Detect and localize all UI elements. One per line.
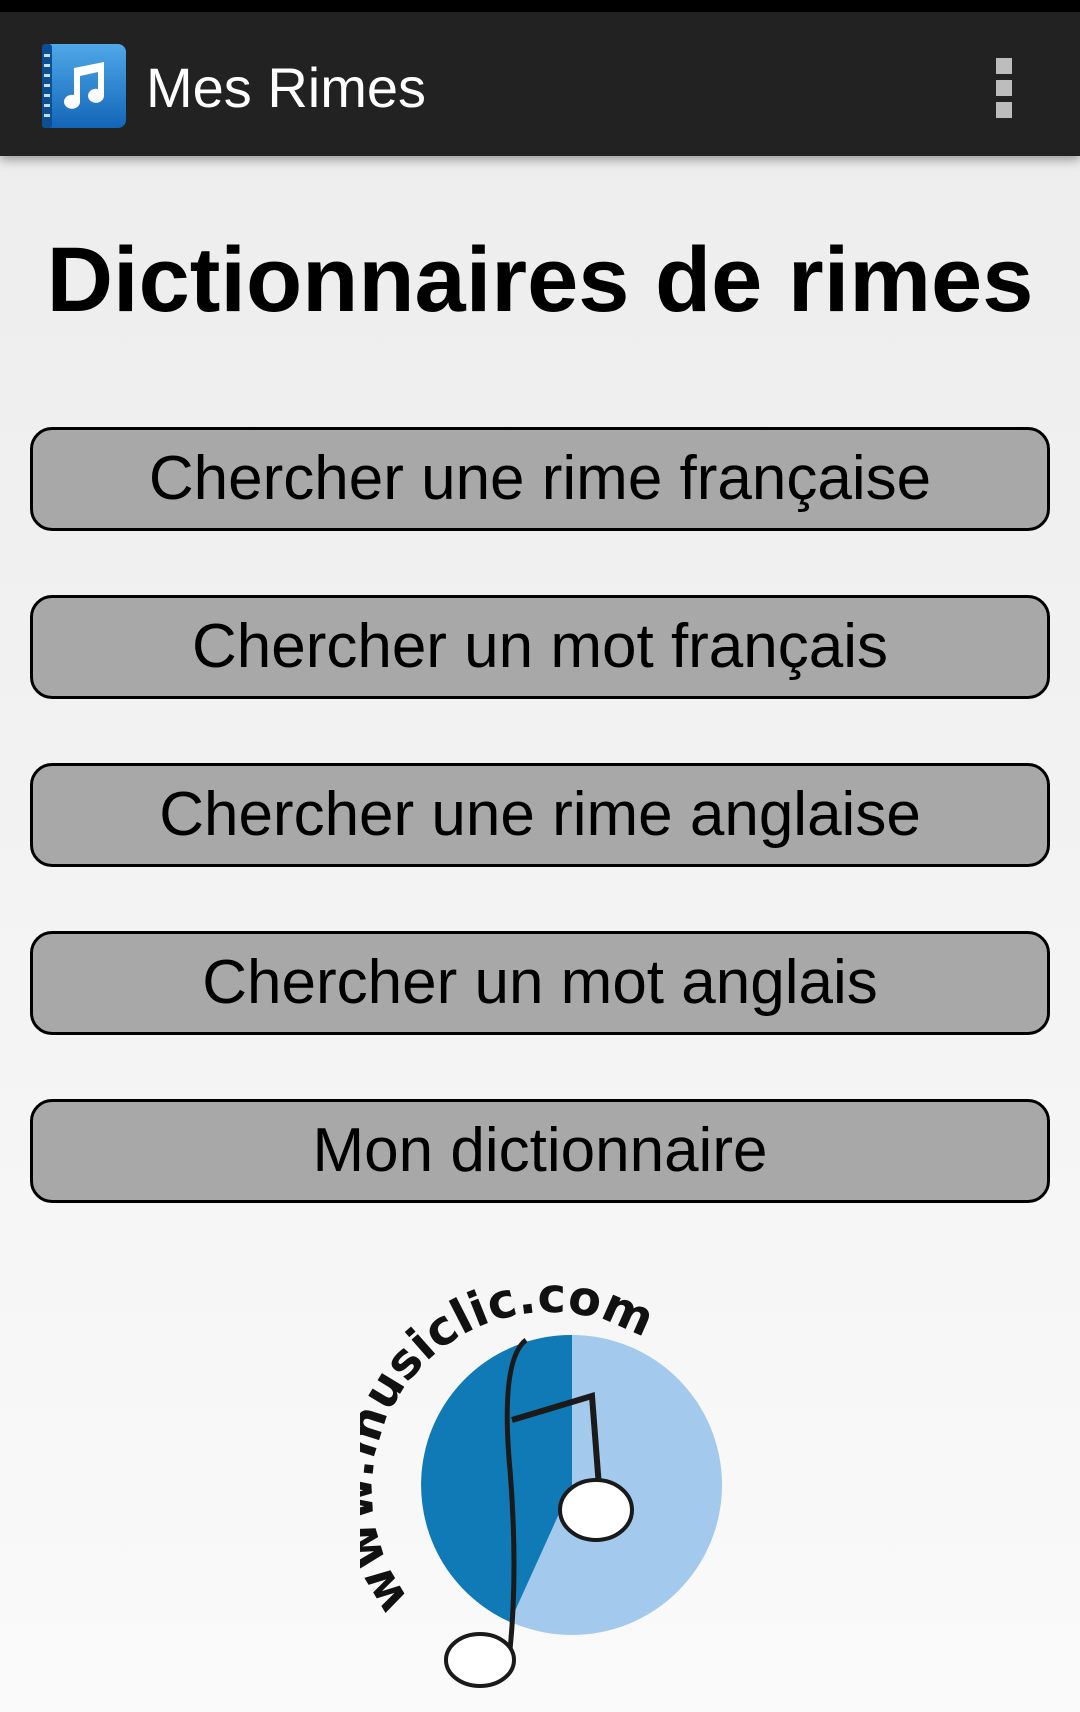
- search-french-word-button[interactable]: Chercher un mot français: [30, 595, 1050, 699]
- search-english-rhyme-button[interactable]: Chercher une rime anglaise: [30, 763, 1050, 867]
- action-bar: Mes Rimes: [0, 12, 1080, 156]
- page-title: Dictionnaires de rimes: [46, 229, 1034, 331]
- overflow-menu-icon[interactable]: [984, 52, 1024, 124]
- overflow-dot: [996, 80, 1012, 96]
- search-english-word-button[interactable]: Chercher un mot anglais: [30, 931, 1050, 1035]
- app-title: Mes Rimes: [146, 56, 427, 119]
- my-dictionary-button[interactable]: Mon dictionnaire: [30, 1099, 1050, 1203]
- musiclic-logo[interactable]: www.musiclic.com: [327, 1268, 740, 1690]
- music-note-notebook-icon[interactable]: [40, 42, 128, 130]
- overflow-dot: [996, 58, 1012, 74]
- search-french-rhyme-button[interactable]: Chercher une rime française: [30, 427, 1050, 531]
- overflow-dot: [996, 102, 1012, 118]
- status-bar: [0, 0, 1080, 12]
